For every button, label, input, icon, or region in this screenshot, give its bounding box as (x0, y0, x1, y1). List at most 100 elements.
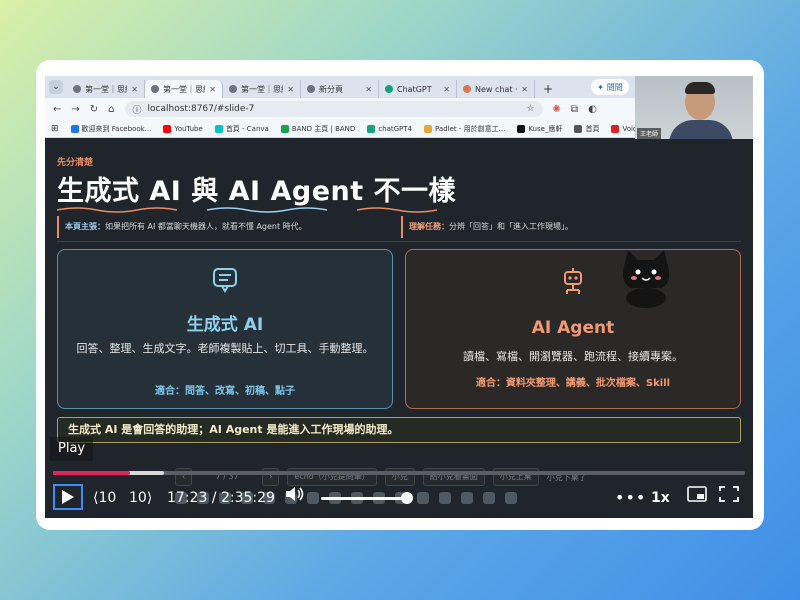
gemini-label: 問問 (606, 82, 623, 92)
cat-mascot-icon (622, 250, 670, 308)
slide-title: 生成式 AI 與 AI Agent 不一樣 (57, 176, 457, 207)
tab-close-icon[interactable]: ✕ (287, 85, 294, 94)
bookmark-label: BAND 主頁 | BAND (291, 124, 356, 133)
tab-search-icon[interactable]: ⌄ (49, 80, 63, 94)
note-claim-label: 本頁主張： (65, 222, 105, 231)
profile-icon[interactable]: ◐ (588, 104, 597, 115)
tab-close-icon[interactable]: ✕ (209, 85, 216, 94)
volume-knob[interactable] (400, 492, 413, 504)
timeline-played (53, 471, 130, 475)
bookmark-favicon-icon (214, 124, 223, 133)
panel-ai-agent-fit: 適合：資料夾整理、講義、批次檔案、Skill (475, 378, 671, 389)
note-task-text: 分辨「回答」和「進入工作現場」。 (449, 222, 573, 231)
presenter-hair (685, 82, 715, 94)
tab-label: 新分頁 (319, 84, 343, 94)
bookmark-favicon-icon (163, 124, 172, 133)
panel-generative-ai-body: 回答、整理、生成文字。老師複製貼上、切工具、手動整理。 (76, 342, 374, 355)
bookmark-label: 首頁 (585, 124, 600, 133)
play-button[interactable] (53, 484, 83, 510)
volume-button[interactable] (285, 486, 305, 510)
reload-icon[interactable]: ↻ (90, 104, 98, 115)
bookmark-item[interactable]: 首頁 (574, 124, 599, 134)
webcam-name-tag: 王老師 (637, 128, 662, 139)
slide-summary: 生成式 AI 是會回答的助理；AI Agent 是能進入工作現場的助理。 (57, 417, 741, 443)
slide: 先分清楚 生成式 AI 與 AI Agent 不一樣 本頁主張：如果把所有 AI… (45, 139, 753, 518)
tab-favicon-icon (151, 85, 159, 93)
extensions-puzzle-icon[interactable]: ⧉ (571, 104, 578, 115)
bookmark-item[interactable]: Padlet - 用於創意工... (424, 124, 505, 134)
bookmark-favicon-icon (280, 124, 289, 133)
panel-ai-agent-heading: AI Agent (531, 318, 615, 338)
tab-label: New chat · C (475, 84, 517, 94)
divider (57, 241, 741, 242)
tab-favicon-icon (229, 85, 237, 93)
site-info-icon[interactable]: ⓘ (133, 103, 142, 116)
panel-generative-ai-heading: 生成式 AI (186, 315, 264, 335)
new-tab-button[interactable]: + (535, 82, 561, 98)
title-underline (57, 207, 437, 213)
bookmark-label: 歡迎來到 Facebook... (81, 124, 152, 133)
browser-tab[interactable]: 第一堂｜思維 ✕ (223, 80, 301, 98)
extension-icon[interactable]: ✺ (553, 104, 561, 115)
bookmark-star-icon[interactable]: ☆ (526, 104, 534, 114)
forward-label: 10 (129, 490, 147, 506)
bookmark-favicon-icon (574, 124, 583, 133)
browser-tab[interactable]: 第一堂｜思維 ✕ (145, 80, 223, 98)
forward-10-button[interactable]: 10⟩ (129, 486, 152, 510)
address-bar[interactable]: ⓘ localhost:8767/#slide-7 ☆ (124, 101, 543, 117)
time-display: 17:23 / 2:35:29 (167, 490, 275, 506)
fullscreen-button[interactable] (719, 486, 739, 510)
bookmark-item[interactable]: Kuse_應軒 (517, 124, 562, 134)
play-tooltip: Play (50, 437, 94, 461)
bookmark-item[interactable]: 歡迎來到 Facebook... (70, 124, 152, 134)
more-options-icon[interactable]: ••• (615, 486, 646, 510)
tab-label: 第一堂｜思維 (241, 84, 283, 94)
apps-grid-icon[interactable]: ⊞ (51, 124, 59, 134)
bookmark-item[interactable]: chatGPT4 (367, 124, 412, 134)
speed-button[interactable]: 1x (651, 486, 670, 510)
play-icon (62, 490, 74, 504)
bookmark-item[interactable]: YouTube (163, 124, 203, 134)
panel-ai-agent: AI Agent 讀檔、寫檔、開瀏覽器、跑流程、接續專案。 適合：資料夾整理、講… (405, 249, 741, 409)
bookmark-favicon-icon (424, 124, 433, 133)
tab-favicon-icon (385, 85, 393, 93)
fullscreen-icon (719, 486, 739, 502)
browser-tab[interactable]: ChatGPT ✕ (379, 80, 457, 98)
bookmark-label: chatGPT4 (378, 124, 413, 133)
tab-close-icon[interactable]: ✕ (443, 85, 450, 94)
bookmark-label: Kuse_應軒 (528, 124, 563, 133)
pip-button[interactable] (687, 486, 707, 510)
tab-close-icon[interactable]: ✕ (131, 85, 138, 94)
rewind-10-button[interactable]: ⟨10 (93, 486, 116, 510)
browser-tab[interactable]: 新分頁 ✕ (301, 80, 379, 98)
tab-close-icon[interactable]: ✕ (521, 85, 528, 94)
bookmark-favicon-icon (517, 124, 526, 133)
browser-tab[interactable]: New chat · C ✕ (457, 80, 535, 98)
bookmark-label: 首頁 - Canva (225, 124, 269, 133)
note-task: 理解任務：分辨「回答」和「進入工作現場」。 (401, 216, 573, 238)
bookmark-favicon-icon (367, 124, 376, 133)
bookmark-item[interactable]: 首頁 - Canva (214, 124, 269, 134)
volume-slider[interactable] (321, 497, 411, 500)
note-claim-text: 如果把所有 AI 都當聊天機器人，就看不懂 Agent 時代。 (105, 222, 307, 231)
forward-icon[interactable]: → (71, 104, 79, 115)
rewind-label: 10 (98, 490, 117, 506)
webcam-overlay: 王老師 (635, 76, 753, 143)
bookmark-favicon-icon (70, 124, 79, 133)
tab-close-icon[interactable]: ✕ (365, 85, 372, 94)
slide-kicker: 先分清楚 (57, 158, 94, 168)
bookmark-favicon-icon (611, 124, 620, 133)
back-icon[interactable]: ← (53, 104, 61, 115)
panel-generative-ai: 生成式 AI 回答、整理、生成文字。老師複製貼上、切工具、手動整理。 適合：問答… (57, 249, 393, 409)
gemini-button[interactable]: ✦ 問問 (591, 79, 629, 95)
chat-bubble-icon (58, 266, 392, 296)
panel-ai-agent-body: 讀檔、寫檔、開瀏覽器、跑流程、接續專案。 (463, 350, 683, 363)
browser-tab[interactable]: 第一堂｜思維 ✕ (67, 80, 145, 98)
video-player[interactable]: ⌄ 第一堂｜思維✕第一堂｜思維✕第一堂｜思維✕新分頁✕ChatGPT✕New c… (45, 76, 753, 518)
player-controls: ⟨10 10⟩ 17:23 / 2:35:29 ••• 1x (45, 482, 753, 512)
home-icon[interactable]: ⌂ (108, 104, 114, 115)
gemini-icon: ✦ (597, 82, 604, 92)
tab-favicon-icon (463, 85, 471, 93)
bookmark-item[interactable]: BAND 主頁 | BAND (280, 124, 356, 134)
video-timeline[interactable] (53, 471, 745, 475)
